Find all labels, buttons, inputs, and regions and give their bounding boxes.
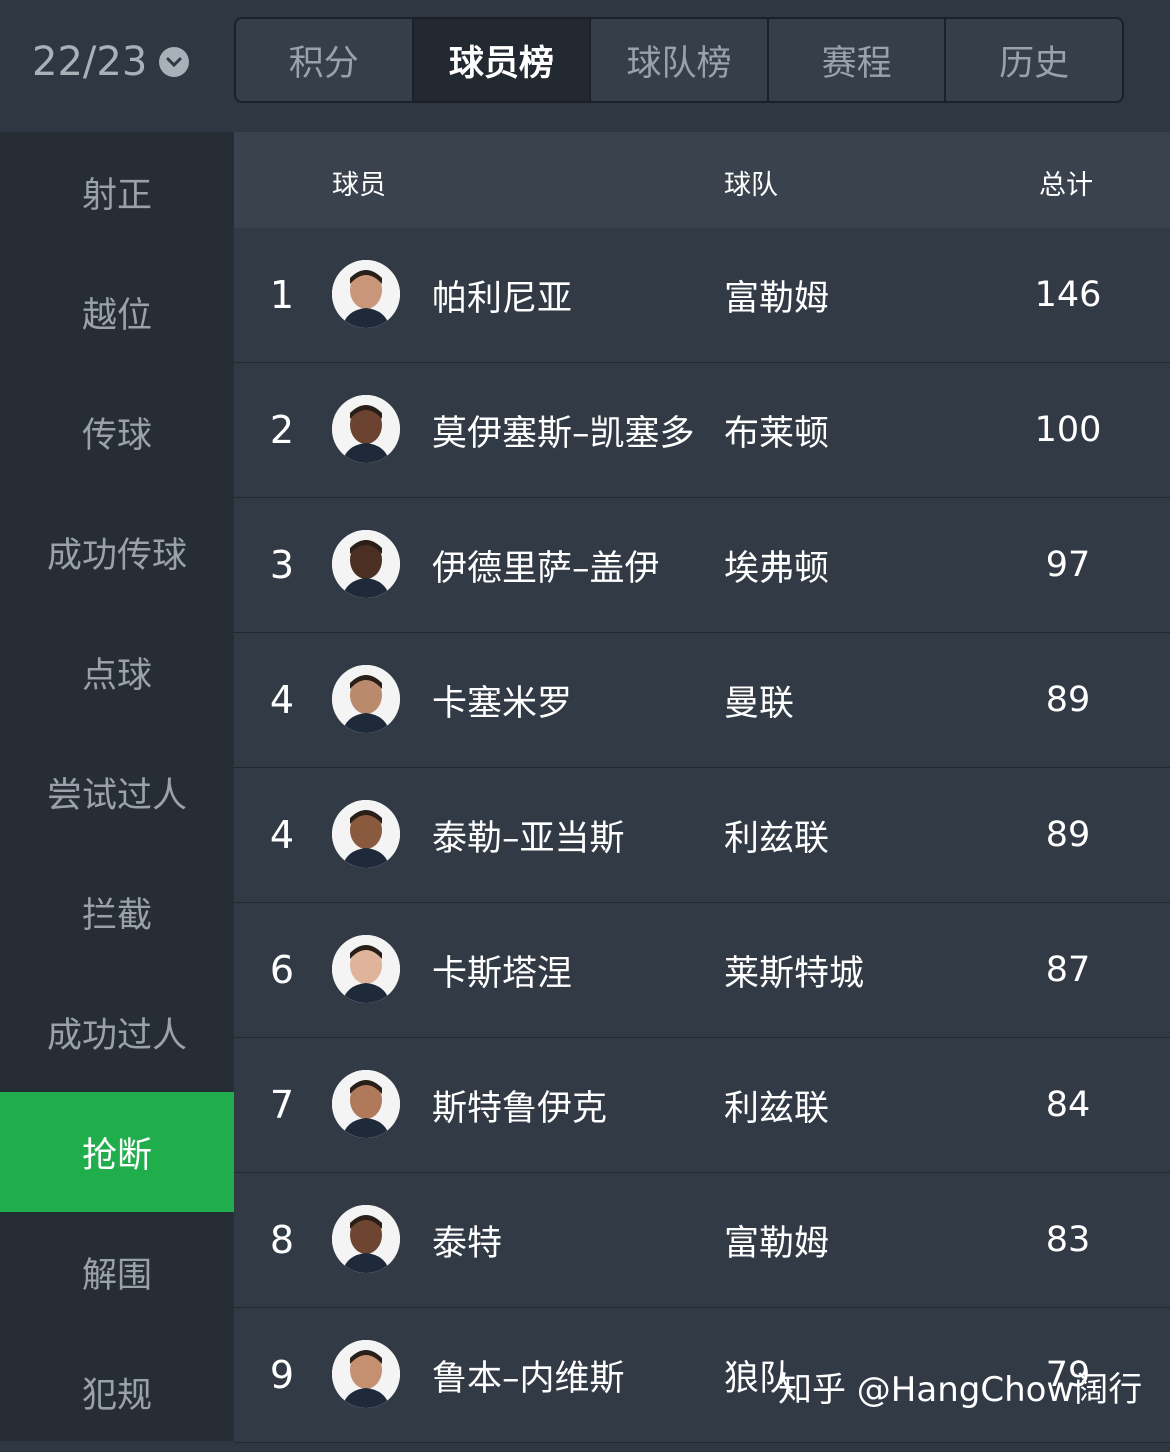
player-name: 泰勒–亚当斯: [432, 818, 625, 859]
player-name: 鲁本–内维斯: [432, 1358, 625, 1399]
team-name: 曼联: [724, 683, 795, 724]
rank-number: 2: [269, 408, 295, 452]
sidebar-item-clearances[interactable]: 解围: [0, 1212, 234, 1332]
rank-number: 3: [269, 543, 295, 587]
rank-number: 6: [269, 948, 295, 992]
table-row[interactable]: 4 卡塞米罗 曼联 89: [234, 633, 1170, 768]
total-value: 84: [1045, 1085, 1091, 1125]
team-name: 莱斯特城: [724, 953, 865, 994]
player-avatar: [332, 1070, 400, 1138]
team-name: 布莱顿: [724, 413, 830, 454]
rank-number: 1: [269, 273, 295, 317]
player-avatar: [332, 260, 400, 328]
total-value: 87: [1045, 950, 1091, 990]
column-header-team: 球队: [724, 170, 778, 201]
sidebar-item-dribbles-attempted[interactable]: 尝试过人: [0, 732, 234, 852]
team-name: 富勒姆: [724, 1223, 830, 1264]
sidebar-item-offsides[interactable]: 越位: [0, 252, 234, 372]
total-value: 83: [1045, 1220, 1091, 1260]
tab-standings[interactable]: 积分: [236, 19, 414, 101]
table-row[interactable]: 3 伊德里萨–盖伊 埃弗顿 97: [234, 498, 1170, 633]
player-avatar: [332, 935, 400, 1003]
team-name: 利兹联: [724, 818, 830, 859]
sidebar-item-passes[interactable]: 传球: [0, 372, 234, 492]
sidebar-item-interceptions[interactable]: 拦截: [0, 852, 234, 972]
table-row[interactable]: 7 斯特鲁伊克 利兹联 84: [234, 1038, 1170, 1173]
sidebar-item-successful-passes[interactable]: 成功传球: [0, 492, 234, 612]
player-name: 卡塞米罗: [432, 683, 573, 724]
rank-number: 8: [269, 1218, 295, 1262]
player-avatar: [332, 395, 400, 463]
total-value: 97: [1045, 545, 1091, 585]
table-row[interactable]: 1 帕利尼亚 富勒姆 146: [234, 228, 1170, 363]
player-avatar: [332, 800, 400, 868]
player-name: 斯特鲁伊克: [432, 1088, 608, 1129]
player-avatar: [332, 1340, 400, 1408]
player-name: 泰特: [432, 1223, 503, 1264]
rank-number: 7: [269, 1083, 295, 1127]
table-row[interactable]: 2 莫伊塞斯–凯塞多 布莱顿 100: [234, 363, 1170, 498]
player-avatar: [332, 1205, 400, 1273]
tab-schedule[interactable]: 赛程: [769, 19, 947, 101]
sidebar-item-tackles[interactable]: 抢断: [0, 1092, 234, 1212]
sidebar-item-fouls[interactable]: 犯规: [0, 1332, 234, 1452]
table-body: 1 帕利尼亚 富勒姆 146 2 莫伊塞斯–凯塞多 布莱顿 100 3 伊德里萨–盖伊 埃弗顿 97 4…: [234, 228, 1170, 1443]
table-row[interactable]: 6 卡斯塔涅 莱斯特城 87: [234, 903, 1170, 1038]
sidebar-item-penalties[interactable]: 点球: [0, 612, 234, 732]
tab-player-rankings[interactable]: 球员榜: [413, 19, 592, 101]
team-name: 利兹联: [724, 1088, 830, 1129]
player-name: 伊德里萨–盖伊: [432, 548, 660, 589]
tab-history[interactable]: 历史: [946, 19, 1122, 101]
chevron-down-icon: [159, 47, 190, 77]
total-value: 89: [1045, 680, 1091, 720]
season-label: 22/23: [32, 39, 148, 85]
player-name: 帕利尼亚: [432, 278, 573, 319]
table-row[interactable]: 8 泰特 富勒姆 83: [234, 1173, 1170, 1308]
top-bar: 22/23 积分 球员榜 球队榜 赛程 历史: [0, 0, 1170, 132]
sidebar-item-shots-on-target[interactable]: 射正: [0, 132, 234, 252]
total-value: 146: [1034, 275, 1102, 315]
sidebar-item-successful-dribbles[interactable]: 成功过人: [0, 972, 234, 1092]
player-avatar: [332, 530, 400, 598]
rank-number: 4: [269, 678, 295, 722]
player-avatar: [332, 665, 400, 733]
team-name: 富勒姆: [724, 278, 830, 319]
column-header-player: 球员: [332, 170, 386, 201]
table-header: 球员 球队 总计: [234, 132, 1170, 228]
team-name: 埃弗顿: [724, 548, 830, 589]
stat-category-sidebar: 射正 越位 传球 成功传球 点球 尝试过人 拦截 成功过人 抢断 解围 犯规: [0, 132, 234, 1441]
tab-team-rankings[interactable]: 球队榜: [591, 19, 769, 101]
watermark-credit: 知乎 @HangChow阔行: [778, 1370, 1143, 1410]
tab-bar: 积分 球员榜 球队榜 赛程 历史: [234, 17, 1124, 103]
player-name: 莫伊塞斯–凯塞多: [432, 413, 695, 454]
season-selector[interactable]: 22/23: [32, 34, 190, 90]
total-value: 100: [1034, 410, 1102, 450]
column-header-total: 总计: [1039, 170, 1093, 201]
rank-number: 9: [269, 1353, 295, 1397]
rank-number: 4: [269, 813, 295, 857]
player-name: 卡斯塔涅: [432, 953, 573, 994]
rankings-table: 球员 球队 总计 1 帕利尼亚 富勒姆 146 2 莫伊塞斯–凯塞多 布莱顿 100 3 伊德里萨…: [234, 132, 1170, 1443]
total-value: 89: [1045, 815, 1091, 855]
table-row[interactable]: 4 泰勒–亚当斯 利兹联 89: [234, 768, 1170, 903]
